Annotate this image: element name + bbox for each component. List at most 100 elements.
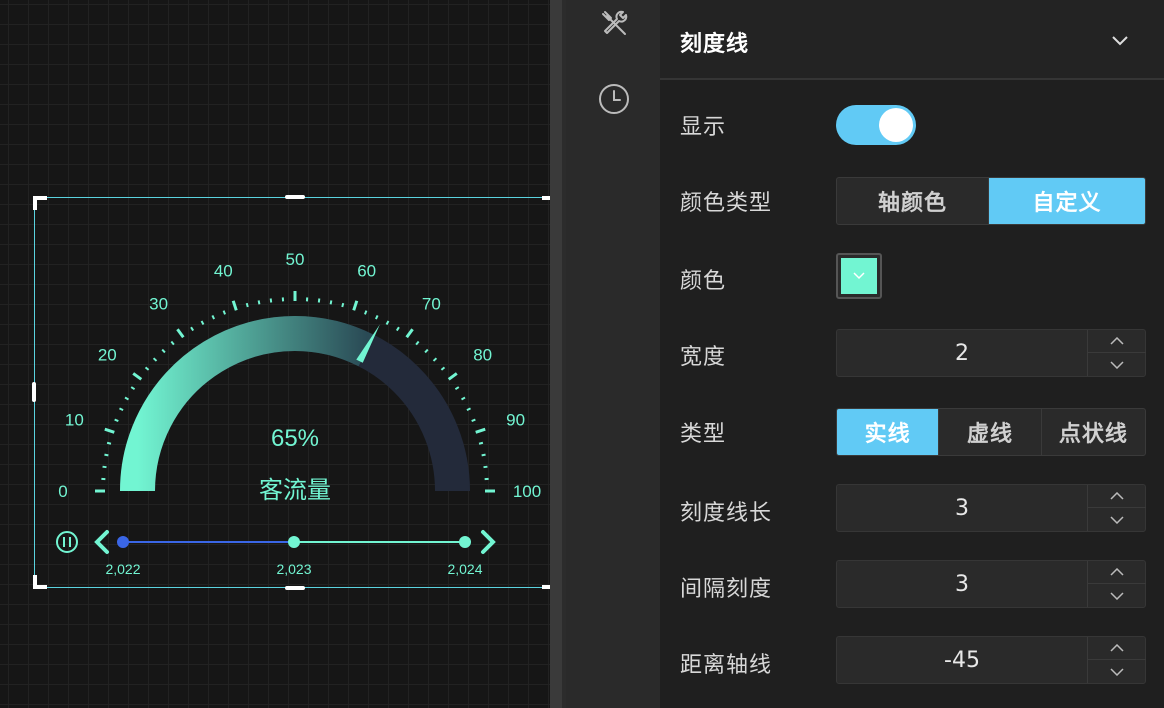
gauge-tick-label: 20	[98, 346, 117, 365]
section-title: 刻度线	[680, 32, 750, 57]
canvas-scrollbar[interactable]	[550, 0, 566, 708]
increment-button[interactable]	[1088, 485, 1146, 508]
increment-button[interactable]	[1088, 330, 1146, 353]
chevron-up-icon	[1110, 492, 1124, 500]
gauge-tick	[130, 386, 136, 391]
gauge-tick	[329, 300, 333, 305]
increment-button[interactable]	[1088, 637, 1146, 660]
gauge-tick-label: 70	[422, 294, 441, 313]
gauge-tick	[114, 418, 119, 422]
gauge-tick	[200, 320, 205, 325]
gauge-tick	[341, 302, 345, 308]
axis-distance-input[interactable]: -45	[837, 637, 1087, 683]
gauge-tick	[211, 315, 216, 320]
line-type-option-solid[interactable]: 实线	[837, 409, 940, 455]
show-toggle[interactable]	[836, 105, 916, 145]
tools-icon[interactable]	[597, 6, 631, 40]
timeline-point[interactable]	[459, 536, 471, 548]
gauge-tick	[481, 453, 486, 457]
gauge-tick	[461, 396, 466, 401]
chevron-down-icon	[1110, 667, 1124, 676]
gauge-tick	[222, 310, 226, 315]
decrement-button[interactable]	[1088, 508, 1146, 531]
chevron-up-icon	[1110, 644, 1124, 652]
decrement-button[interactable]	[1088, 353, 1146, 376]
interval-stepper: 3	[836, 560, 1146, 608]
gauge-progress	[120, 316, 375, 492]
gauge-tick	[352, 300, 359, 311]
axis-distance-label: 距离轴线	[680, 653, 773, 678]
gauge-tick	[478, 441, 484, 445]
gauge-tick	[132, 372, 143, 381]
design-canvas[interactable]: 0 10 20 30 40 50 60 70 80 90 100 65% 客流量	[0, 0, 557, 708]
timeline-point[interactable]	[288, 536, 300, 548]
gauge-tick	[483, 465, 488, 469]
tick-length-label: 刻度线长	[680, 501, 773, 526]
timeline-prev-icon[interactable]	[94, 530, 109, 554]
gauge-tick	[471, 418, 476, 422]
gauge-tick	[415, 340, 420, 346]
timeline-year-label: 2,022	[105, 561, 140, 577]
gauge-tick	[385, 320, 390, 325]
gauge-tick	[106, 441, 112, 445]
color-type-label: 颜色类型	[680, 191, 773, 216]
line-type-segmented: 实线 虚线 点状线	[836, 408, 1146, 456]
gauge-tick	[104, 427, 115, 434]
width-stepper: 2	[836, 329, 1146, 377]
gauge-tick	[245, 302, 249, 308]
color-type-option-custom[interactable]: 自定义	[989, 178, 1145, 224]
gauge-tick	[374, 315, 379, 320]
app-root: 0 10 20 30 40 50 60 70 80 90 100 65% 客流量	[0, 0, 1164, 708]
section-header[interactable]: 刻度线	[660, 0, 1164, 80]
decrement-button[interactable]	[1088, 584, 1146, 607]
axis-distance-stepper: -45	[836, 636, 1146, 684]
pause-icon[interactable]	[56, 531, 78, 553]
gauge-tick	[395, 326, 400, 332]
width-label: 宽度	[680, 345, 727, 370]
color-picker[interactable]	[836, 253, 882, 299]
width-input[interactable]: 2	[837, 330, 1087, 376]
chevron-down-icon	[1110, 591, 1124, 600]
chevron-up-icon	[1110, 337, 1124, 345]
clock-icon[interactable]	[597, 82, 631, 116]
gauge-tick	[190, 326, 195, 332]
gauge-tick-label: 10	[65, 410, 84, 429]
gauge-tick	[161, 348, 166, 354]
color-type-option-axis[interactable]: 轴颜色	[837, 178, 990, 224]
line-type-option-dotted[interactable]: 点状线	[1042, 409, 1145, 455]
chevron-down-icon	[853, 272, 865, 280]
gauge-tick	[231, 300, 238, 311]
gauge-tick	[405, 328, 414, 339]
color-type-segmented: 轴颜色 自定义	[836, 177, 1146, 225]
color-label: 颜色	[680, 269, 727, 294]
gauge-widget[interactable]: 0 10 20 30 40 50 60 70 80 90 100 65% 客流量	[32, 195, 557, 590]
tick-length-input[interactable]: 3	[837, 485, 1087, 531]
chevron-down-icon	[1110, 515, 1124, 524]
gauge-tick	[440, 366, 446, 371]
timeline-year-label: 2,023	[276, 561, 311, 577]
interval-input[interactable]: 3	[837, 561, 1087, 607]
gauge-tick	[176, 328, 185, 339]
property-panel: 刻度线 显示 颜色类型 轴颜色 自定义 颜色 宽度 2 类型 实线 虚线 点状线…	[660, 0, 1164, 708]
gauge-tick	[144, 366, 150, 371]
chevron-down-icon[interactable]	[1110, 30, 1130, 50]
gauge-label: 客流量	[259, 476, 331, 504]
gauge-tick	[454, 386, 460, 391]
gauge-tick	[364, 310, 368, 315]
tick-length-stepper: 3	[836, 484, 1146, 532]
gauge-tick	[269, 298, 273, 303]
decrement-button[interactable]	[1088, 660, 1146, 683]
icon-rail	[566, 0, 660, 708]
timeline-next-icon[interactable]	[481, 530, 496, 554]
line-type-option-dashed[interactable]: 虚线	[939, 409, 1042, 455]
color-swatch-fill	[841, 258, 877, 294]
timeline-point[interactable]	[117, 536, 129, 548]
gauge-tick-label: 50	[286, 250, 305, 269]
chevron-down-icon	[1110, 360, 1124, 369]
interval-label: 间隔刻度	[680, 577, 773, 602]
increment-button[interactable]	[1088, 561, 1146, 584]
gauge-tick	[424, 348, 429, 354]
gauge-tick-label: 100	[513, 482, 541, 501]
gauge-tick	[102, 465, 107, 469]
gauge-tick-label: 80	[473, 346, 492, 365]
